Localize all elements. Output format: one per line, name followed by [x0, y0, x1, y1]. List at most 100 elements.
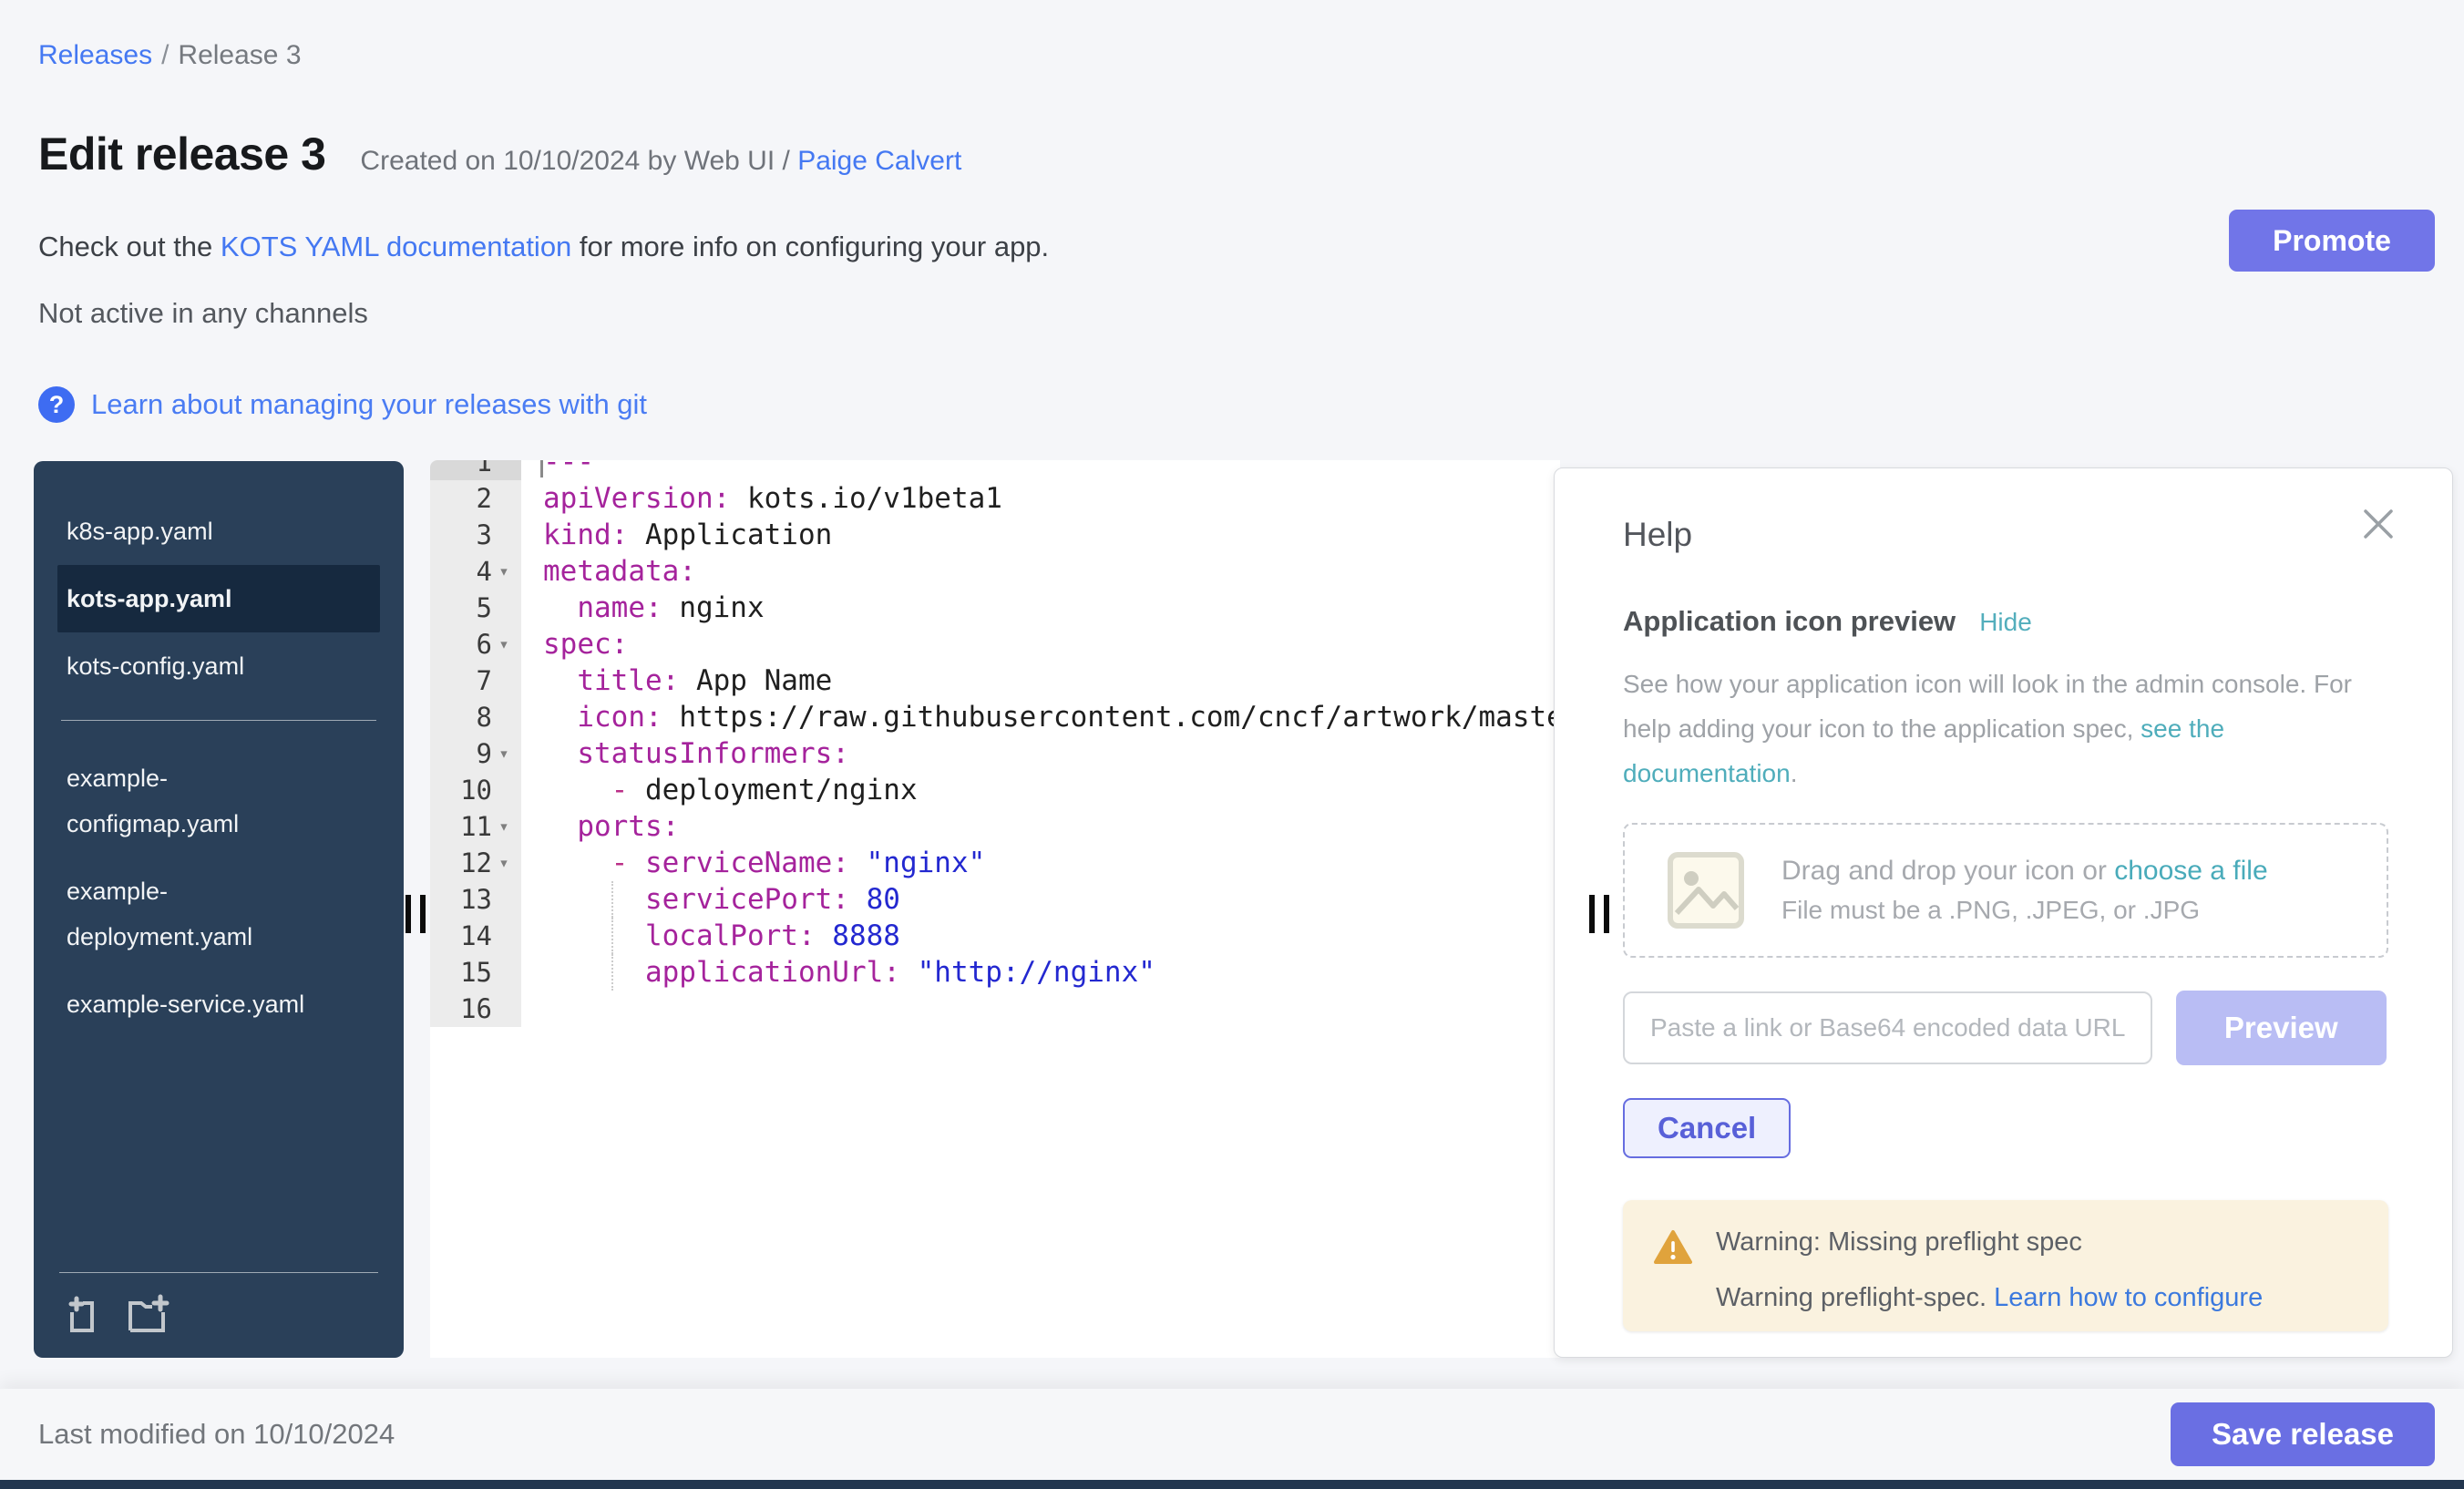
code-line-9[interactable]: 9▾ statusInformers:	[430, 735, 1560, 772]
code-text: - serviceName: "nginx"	[521, 845, 1560, 881]
code-line-2[interactable]: 2apiVersion: kots.io/v1beta1	[430, 480, 1560, 517]
last-modified-text: Last modified on 10/10/2024	[38, 1418, 395, 1451]
file-group-divider	[61, 720, 376, 721]
yaml-editor[interactable]: 1 ---2apiVersion: kots.io/v1beta13kind: A…	[430, 460, 1560, 1358]
file-item-kots-app.yaml[interactable]: kots-app.yaml	[57, 565, 380, 632]
code-line-3[interactable]: 3kind: Application	[430, 517, 1560, 553]
doc-info-row: Check out the KOTS YAML documentation fo…	[38, 231, 1049, 263]
description-period: .	[1791, 759, 1798, 787]
hide-link[interactable]: Hide	[1979, 608, 2032, 637]
sidebar-footer	[34, 1272, 404, 1358]
save-release-button[interactable]: Save release	[2171, 1402, 2435, 1466]
code-text	[521, 991, 1560, 1027]
gutter-cell: 9▾	[430, 735, 521, 772]
promote-button[interactable]: Promote	[2229, 210, 2435, 272]
git-releases-link[interactable]: Learn about managing your releases with …	[91, 388, 647, 421]
code-text: name: nginx	[521, 590, 1560, 626]
code-line-16[interactable]: 16	[430, 991, 1560, 1027]
code-text: apiVersion: kots.io/v1beta1	[521, 480, 1560, 517]
new-file-button[interactable]	[59, 1293, 101, 1338]
line-number: 15	[460, 957, 492, 988]
image-placeholder-icon	[1667, 851, 1745, 929]
code-line-13[interactable]: 13 servicePort: 80	[430, 881, 1560, 918]
code-line-12[interactable]: 12▾ - serviceName: "nginx"	[430, 845, 1560, 881]
gutter-cell: 13	[430, 881, 521, 918]
icon-preview-description: See how your application icon will look …	[1623, 662, 2394, 796]
file-label: kots-app.yaml	[67, 576, 325, 621]
code-line-6[interactable]: 6▾spec:	[430, 626, 1560, 662]
created-text: Created on 10/10/2024 by Web UI /	[360, 146, 797, 176]
dropzone-file-types: File must be a .PNG, .JPEG, or .JPG	[1781, 896, 2268, 925]
preview-button[interactable]: Preview	[2176, 991, 2387, 1065]
file-label: k8s-app.yaml	[67, 508, 325, 554]
code-line-15[interactable]: 15 applicationUrl: "http://nginx"	[430, 954, 1560, 991]
author-link[interactable]: Paige Calvert	[797, 146, 961, 176]
created-info: Created on 10/10/2024 by Web UI / Paige …	[360, 146, 961, 177]
line-number: 4	[477, 556, 492, 587]
channel-status: Not active in any channels	[38, 297, 368, 330]
code-line-1[interactable]: 1 ---	[430, 460, 1560, 480]
breadcrumb-releases-link[interactable]: Releases	[38, 40, 152, 70]
code-line-14[interactable]: 14 localPort: 8888	[430, 918, 1560, 954]
new-folder-icon	[125, 1293, 170, 1335]
code-text: servicePort: 80	[521, 881, 1560, 918]
file-item-kots-config.yaml[interactable]: kots-config.yaml	[57, 632, 380, 700]
file-label: example-deployment.yaml	[67, 868, 325, 960]
drag-handle-bar	[406, 895, 411, 933]
code-text: ---	[521, 460, 1560, 480]
edit-release-page: Releases/Release 3 Edit release 3 Create…	[0, 0, 2464, 1489]
choose-file-link[interactable]: choose a file	[2114, 856, 2267, 886]
learn-configure-link[interactable]: Learn how to configure	[1994, 1283, 2263, 1312]
code-text: - deployment/nginx	[521, 772, 1560, 808]
line-number: 9	[477, 738, 492, 769]
file-item-k8s-app.yaml[interactable]: k8s-app.yaml	[57, 498, 380, 565]
cancel-button[interactable]: Cancel	[1623, 1098, 1791, 1158]
drag-handle-bar	[1604, 895, 1609, 933]
close-help-button[interactable]	[2356, 501, 2401, 549]
code-line-4[interactable]: 4▾metadata:	[430, 553, 1560, 590]
line-number: 16	[460, 993, 492, 1024]
new-folder-button[interactable]	[125, 1293, 170, 1338]
help-panel-resize-handle[interactable]	[1589, 895, 1609, 933]
icon-url-input[interactable]	[1623, 991, 2152, 1064]
code-line-8[interactable]: 8 icon: https://raw.githubusercontent.co…	[430, 699, 1560, 735]
file-item-example-deployment.yaml[interactable]: example-deployment.yaml	[57, 857, 380, 970]
breadcrumb-separator: /	[161, 40, 169, 70]
code-text: statusInformers:	[521, 735, 1560, 772]
line-number: 6	[477, 629, 492, 660]
chevron-down-icon[interactable]: ▾	[492, 634, 516, 654]
sidebar-resize-handle[interactable]	[406, 895, 426, 933]
drag-handle-bar	[1589, 895, 1595, 933]
line-number: 1	[477, 460, 492, 478]
icon-dropzone[interactable]: Drag and drop your icon or choose a file…	[1623, 823, 2388, 958]
chevron-down-icon[interactable]: ▾	[492, 744, 516, 764]
bottom-edge-strip	[0, 1480, 2464, 1489]
file-sidebar: k8s-app.yaml kots-app.yaml kots-config.yam…	[34, 461, 404, 1358]
question-icon: ?	[38, 386, 75, 423]
code-lines: 1 ---2apiVersion: kots.io/v1beta13kind: A…	[430, 460, 1560, 1027]
code-line-11[interactable]: 11▾ ports:	[430, 808, 1560, 845]
line-number: 7	[477, 665, 492, 696]
file-item-example-configmap.yaml[interactable]: example-configmap.yaml	[57, 744, 380, 857]
doc-post-text: for more info on configuring your app.	[571, 231, 1049, 262]
line-number: 5	[477, 592, 492, 623]
code-text: applicationUrl: "http://nginx"	[521, 954, 1560, 991]
code-text: kind: Application	[521, 517, 1560, 553]
kots-yaml-doc-link[interactable]: KOTS YAML documentation	[221, 231, 571, 262]
gutter-cell: 10	[430, 772, 521, 808]
icon-preview-section-header: Application icon preview Hide	[1623, 605, 2387, 638]
gutter-cell: 15	[430, 954, 521, 991]
icon-url-row: Preview	[1623, 991, 2387, 1065]
line-number: 11	[460, 811, 492, 842]
chevron-down-icon[interactable]: ▾	[492, 816, 516, 837]
description-text: See how your application icon will look …	[1623, 670, 2352, 743]
code-line-10[interactable]: 10 - deployment/nginx	[430, 772, 1560, 808]
code-line-7[interactable]: 7 title: App Name	[430, 662, 1560, 699]
code-line-5[interactable]: 5 name: nginx	[430, 590, 1560, 626]
line-number: 13	[460, 884, 492, 915]
chevron-down-icon[interactable]: ▾	[492, 853, 516, 873]
page-title: Edit release 3	[38, 128, 325, 180]
help-panel-title: Help	[1623, 516, 2387, 554]
file-item-example-service.yaml[interactable]: example-service.yaml	[57, 970, 380, 1038]
chevron-down-icon[interactable]: ▾	[492, 561, 516, 581]
